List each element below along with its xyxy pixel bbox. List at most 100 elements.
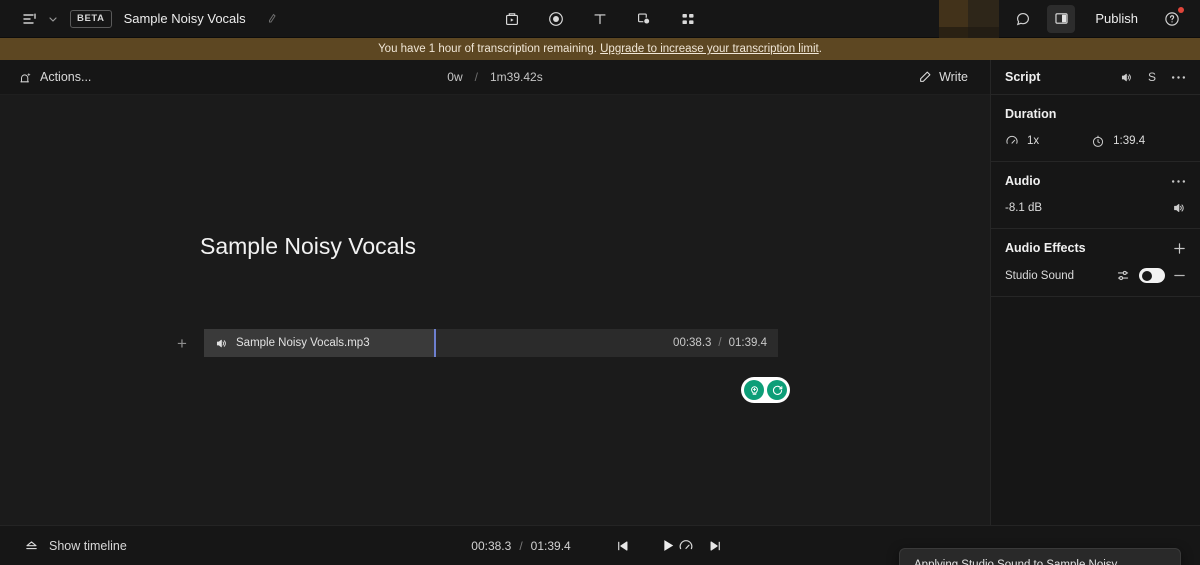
clip-total-time: 01:39.4 [728, 337, 767, 349]
effect-name[interactable]: Studio Sound [1005, 270, 1074, 282]
ai-actions-pill[interactable] [741, 377, 790, 403]
panel-title: Script [1005, 70, 1041, 84]
editor-column: Actions... 0w / 1m39.42s Write Sample No… [0, 60, 1181, 565]
banner-period: . [818, 43, 822, 55]
show-timeline-button[interactable]: Show timeline [16, 534, 135, 557]
show-timeline-label: Show timeline [49, 538, 127, 553]
studio-sound-toggle[interactable] [1139, 268, 1165, 283]
editor-subtoolbar: Actions... 0w / 1m39.42s Write [0, 60, 990, 95]
speaker-icon[interactable] [1114, 65, 1138, 89]
actions-button[interactable]: Actions... [10, 66, 99, 88]
plus-icon[interactable]: + [170, 331, 194, 355]
clip-current-time: 00:38.3 [673, 337, 712, 349]
media-icon[interactable] [498, 5, 526, 33]
eject-up-icon [24, 538, 39, 553]
menu-lines-icon[interactable] [16, 5, 44, 33]
audio-level-actions [1172, 201, 1186, 215]
effect-row-studio-sound: Studio Sound [1005, 268, 1186, 283]
text-icon[interactable] [586, 5, 614, 33]
document-canvas[interactable]: Sample Noisy Vocals + Sample Noisy Vocal… [0, 95, 1181, 565]
audio-clip[interactable]: Sample Noisy Vocals.mp3 00:38.3 / 01:39.… [204, 329, 778, 357]
playback-speed-field[interactable]: 1x [1005, 134, 1039, 148]
audio-effects-title: Audio Effects [1005, 241, 1086, 255]
skip-back-icon[interactable] [609, 532, 637, 560]
clip-duration-value: 1:39.4 [1113, 135, 1146, 147]
pencil-small-icon[interactable] [268, 13, 277, 24]
clip-duration-field[interactable]: 1:39.4 [1091, 134, 1145, 148]
audio-title: Audio [1005, 174, 1041, 188]
transport-total-time: 01:39.4 [530, 538, 571, 553]
speed-gauge-icon[interactable] [672, 532, 700, 560]
project-thumbnail [939, 0, 1000, 38]
banner-message: You have 1 hour of transcription remaini… [378, 43, 597, 55]
letter-s-icon[interactable]: S [1140, 65, 1164, 89]
page-title[interactable]: Sample Noisy Vocals [200, 233, 416, 260]
playback-speed-value: 1x [1027, 135, 1040, 147]
duration-section-header: Duration [1005, 107, 1186, 121]
transport-time-separator: / [519, 538, 523, 553]
speed-gauge-icon [1005, 134, 1019, 148]
properties-panel: Script S Duration 1x 1:39.4 Audio -8.1 d… [990, 60, 1200, 525]
lightbulb-plus-icon[interactable] [744, 380, 764, 400]
transport-current-time: 00:38.3 [471, 538, 512, 553]
magic-cursor-icon [18, 70, 32, 84]
duration-row: 1x 1:39.4 [1005, 134, 1186, 148]
help-button-wrap [1158, 5, 1186, 33]
document-counts: 0w / 1m39.42s [447, 70, 542, 84]
header-left-group: BETA Sample Noisy Vocals [0, 5, 277, 33]
duration-count: 1m39.42s [489, 70, 543, 84]
toast-message: Applying Studio Sound to Sample Noisy Vo… [914, 559, 1118, 565]
properties-panel-header: Script S [991, 60, 1200, 95]
apps-grid-icon[interactable] [674, 5, 702, 33]
body: Actions... 0w / 1m39.42s Write Sample No… [0, 60, 1200, 565]
audio-level-row: -8.1 dB [1005, 201, 1186, 215]
publish-button[interactable]: Publish [1085, 6, 1148, 31]
close-icon[interactable] [1146, 560, 1172, 565]
skip-forward-icon[interactable] [701, 532, 729, 560]
speaker-icon [215, 337, 228, 350]
actions-label: Actions... [40, 70, 92, 84]
record-icon[interactable] [542, 5, 570, 33]
word-count: 0w [447, 70, 463, 84]
chevron-down-icon[interactable] [44, 5, 62, 33]
notification-dot [1178, 6, 1184, 13]
transport-time: 00:38.3 / 01:39.4 [471, 539, 570, 553]
panel-header-actions: S [1114, 65, 1190, 89]
clip-filename: Sample Noisy Vocals.mp3 [236, 337, 370, 349]
count-separator: / [474, 70, 478, 84]
top-header: BETA Sample Noisy Vocals Publish [0, 0, 1200, 38]
app-root: BETA Sample Noisy Vocals Publish You hav… [0, 0, 1200, 565]
write-label: Write [939, 70, 968, 84]
right-panel-toggle-icon[interactable] [1047, 4, 1076, 33]
clip-label: Sample Noisy Vocals.mp3 [204, 337, 370, 350]
audio-section-header: Audio [1005, 174, 1186, 188]
duration-section: Duration 1x 1:39.4 [991, 95, 1200, 162]
project-title[interactable]: Sample Noisy Vocals [124, 11, 246, 26]
audio-effects-section: Audio Effects Studio Sound [991, 229, 1200, 297]
speaker-icon[interactable] [1172, 201, 1186, 215]
banner-upgrade-link[interactable]: Upgrade to increase your transcription l… [600, 43, 819, 55]
transcription-banner: You have 1 hour of transcription remaini… [0, 38, 1200, 60]
header-center-toolbar [498, 5, 702, 33]
more-dots-icon[interactable] [1171, 179, 1186, 184]
beta-badge: BETA [70, 9, 112, 28]
clip-time-separator: / [718, 337, 722, 349]
write-button[interactable]: Write [910, 66, 976, 88]
refresh-circle-icon[interactable] [767, 380, 787, 400]
audio-level-value[interactable]: -8.1 dB [1005, 202, 1042, 214]
comment-icon[interactable] [1009, 5, 1037, 33]
sliders-icon[interactable] [1116, 268, 1131, 283]
clip-time: 00:38.3 / 01:39.4 [673, 337, 767, 349]
pencil-icon [918, 70, 932, 84]
effect-controls [1116, 268, 1186, 283]
audio-effects-section-header: Audio Effects [1005, 241, 1186, 255]
shapes-icon[interactable] [630, 5, 658, 33]
audio-section: Audio -8.1 dB [991, 162, 1200, 229]
more-dots-icon[interactable] [1166, 65, 1190, 89]
clip-playhead[interactable] [434, 329, 436, 357]
minus-icon[interactable] [1173, 269, 1186, 282]
stopwatch-icon [1091, 134, 1105, 148]
duration-title: Duration [1005, 107, 1057, 121]
toast-notification: Applying Studio Sound to Sample Noisy Vo… [899, 548, 1181, 565]
plus-icon[interactable] [1173, 242, 1186, 255]
